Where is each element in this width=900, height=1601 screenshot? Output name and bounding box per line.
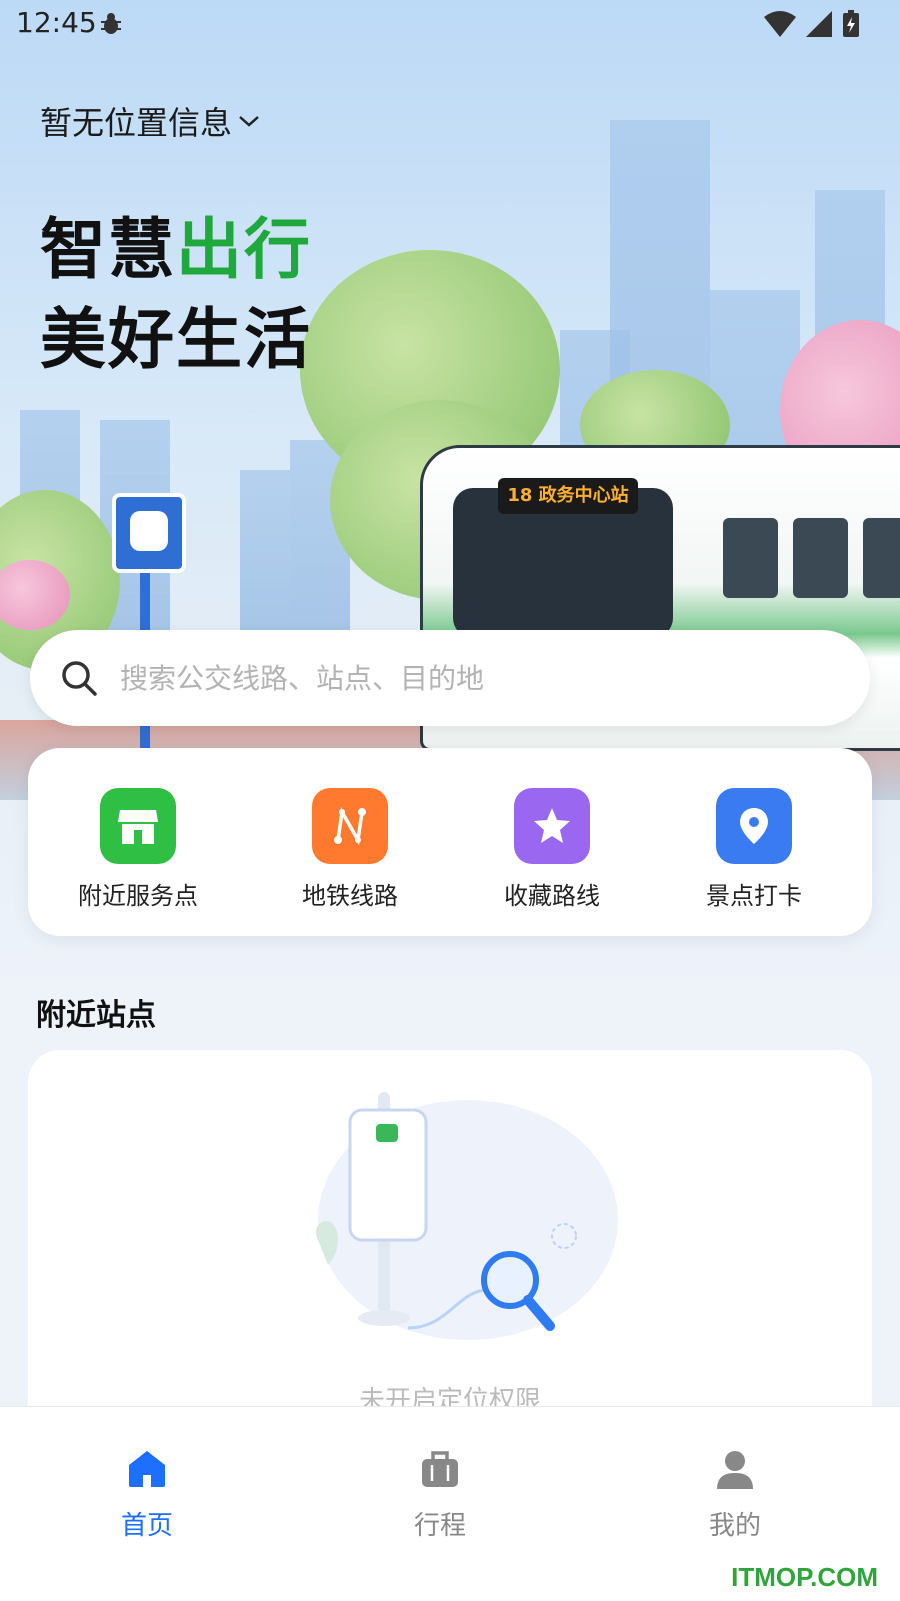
empty-state-illustration [315,1092,618,1340]
location-pin-icon [716,788,792,864]
status-bar: 12:45 [0,0,900,50]
battery-charging-icon [843,10,859,37]
tab-label: 首页 [120,1511,173,1541]
search-icon [62,661,97,696]
tab-home[interactable]: 首页 [77,1447,217,1542]
luggage-icon [422,1451,458,1487]
bus-window [793,518,848,598]
location-label: 暂无位置信息 [40,104,233,142]
quick-action-label: 景点打卡 [706,882,802,910]
tab-profile[interactable]: 我的 [665,1447,805,1542]
profile-icon [717,1451,753,1489]
slogan-line1-green: 出行 [176,211,312,288]
search-bar[interactable] [30,630,870,726]
cellular-signal-icon [806,11,832,37]
bus-stop-sign-icon [112,493,186,573]
tab-label: 行程 [413,1511,466,1541]
slogan-line2: 美好生活 [40,301,312,378]
location-selector[interactable]: 暂无位置信息 [40,98,260,144]
bus-route-sign: 18 政务中心站 [498,478,638,514]
store-icon [100,788,176,864]
section-title-nearby-stops: 附近站点 [36,998,156,1033]
quick-action-label: 收藏路线 [504,882,600,910]
quick-action-label: 附近服务点 [78,882,198,910]
bus-window [863,518,900,598]
bottom-tab-bar: 首页 行程 我的 ITMOP.COM [0,1406,900,1601]
nearby-stops-card: 未开启定位权限 [28,1050,872,1410]
search-input[interactable] [118,660,822,696]
wifi-icon [764,11,796,37]
home-icon [129,1451,165,1487]
status-time: 12:45 [16,6,97,39]
quick-action-saved-routes[interactable]: 收藏路线 [452,788,652,911]
tab-label: 我的 [708,1511,761,1541]
quick-action-label: 地铁线路 [302,882,398,910]
quick-action-scenic-checkin[interactable]: 景点打卡 [654,788,854,911]
debug-bug-icon [101,13,121,34]
slogan-line1-black: 智慧 [40,211,176,288]
star-icon [514,788,590,864]
quick-action-metro-lines[interactable]: 地铁线路 [250,788,450,911]
chevron-down-icon [239,116,259,127]
watermark: ITMOP.COM [731,1562,878,1592]
slogan: 智慧出行 美好生活 [40,205,312,385]
quick-actions-card: 附近服务点 地铁线路 收藏路线 景点打卡 [28,748,872,936]
bus-window [723,518,778,598]
quick-action-nearby-service[interactable]: 附近服务点 [38,788,238,911]
tab-trips[interactable]: 行程 [370,1447,510,1542]
route-icon [312,788,388,864]
